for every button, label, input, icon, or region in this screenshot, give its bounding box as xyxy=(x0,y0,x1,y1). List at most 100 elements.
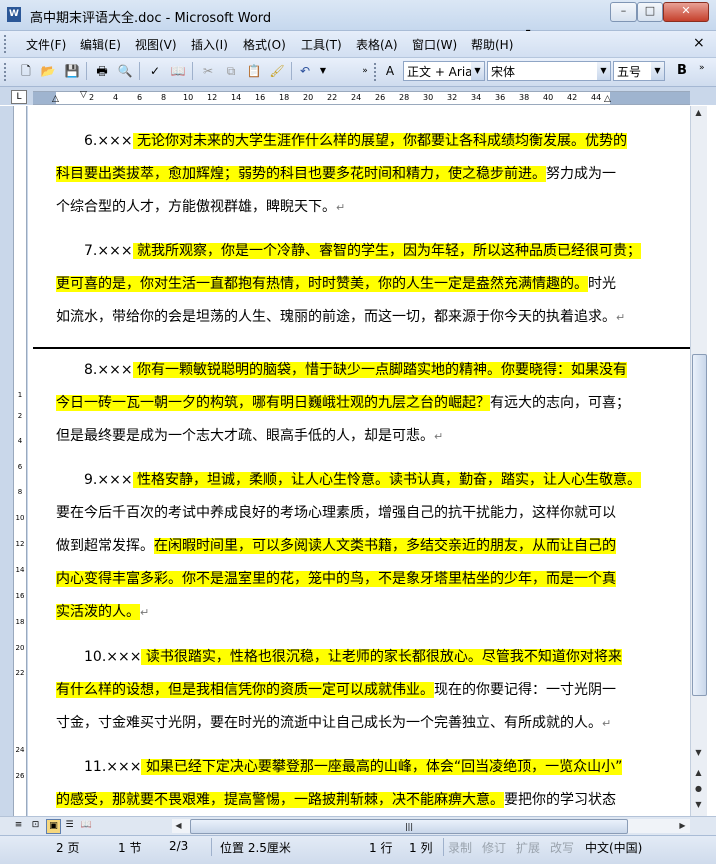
vertical-scroll-thumb[interactable] xyxy=(692,354,707,696)
highlighted-text: 在闲暇时间里，可以多阅读人文类书籍，多结交亲近的朋友，从而让自己的 xyxy=(154,538,616,554)
text-line[interactable]: 10.××× 读书很踏实，性格也很沉稳，让老师的家长都很放心。尽管我不知道你对将… xyxy=(56,641,656,674)
print-layout-view-icon[interactable]: ▣ xyxy=(46,819,61,834)
menu-window[interactable]: 窗口(W) xyxy=(412,36,457,53)
text-line[interactable]: 寸金，寸金难买寸光阴，要在时光的流逝中让自己成长为一个完善独立、有所成就的人。↵ xyxy=(56,707,656,740)
status-overtype[interactable]: 改写 xyxy=(550,839,574,856)
status-extend-selection[interactable]: 扩展 xyxy=(516,839,540,856)
bold-button[interactable]: B xyxy=(672,61,692,81)
toolbar-options-icon[interactable]: » xyxy=(699,63,705,73)
text-line[interactable]: 7.××× 就我所观察，你是一个冷静、睿智的学生，因为年轻，所以这种品质已经很可… xyxy=(56,235,656,268)
text-line[interactable]: 做到超常发挥。在闲暇时间里，可以多阅读人文类书籍，多结交亲近的朋友，从而让自己的 xyxy=(56,530,656,563)
menu-help[interactable]: 帮助(H) xyxy=(471,36,513,53)
toolbar-grip-icon[interactable] xyxy=(4,63,9,81)
text-line[interactable]: 今日一砖一瓦一朝一夕的构筑，哪有明日巍峨壮观的九层之台的崛起？有远大的志向，可喜… xyxy=(56,387,656,420)
chevron-down-icon[interactable]: ▼ xyxy=(471,62,484,80)
paragraph-11[interactable]: 11.××× 如果已经下定决心要攀登那一座最高的山峰，体会“回当凌绝顶，一览众山… xyxy=(56,751,656,816)
spelling-check-icon[interactable]: ✓ xyxy=(147,63,163,79)
vertical-scrollbar[interactable]: ▲ ▼ ▲ ● ▼ xyxy=(690,106,707,816)
normal-view-icon[interactable]: ≡ xyxy=(12,819,25,832)
status-section: 1 节 xyxy=(118,841,142,855)
text-line[interactable]: 实活泼的人。↵ xyxy=(56,596,656,629)
menu-edit[interactable]: 编辑(E) xyxy=(80,36,121,53)
status-record-macro[interactable]: 录制 xyxy=(448,839,472,856)
paragraph-9[interactable]: 9.××× 性格安静，坦诚，柔顺，让人心生怜意。读书认真，勤奋，踏实，让人心生敬… xyxy=(56,464,656,629)
toolbar-options-icon[interactable]: » xyxy=(357,63,373,79)
text-line[interactable]: 9.××× 性格安静，坦诚，柔顺，让人心生怜意。读书认真，勤奋，踏实，让人心生敬… xyxy=(56,464,656,497)
menu-table[interactable]: 表格(A) xyxy=(356,36,398,53)
text-line[interactable]: 内心变得丰富多彩。你不是温室里的花，笼中的鸟，不是象牙塔里枯坐的少年，而是一个真 xyxy=(56,563,656,596)
chevron-down-icon[interactable]: ▼ xyxy=(651,62,664,80)
cut-icon[interactable]: ✂ xyxy=(200,63,216,79)
previous-page-icon[interactable]: ▲ xyxy=(692,766,705,780)
text-line[interactable]: 8.××× 你有一颗敏锐聪明的脑袋，惜于缺少一点脚踏实地的精神。你要晓得：如果没… xyxy=(56,354,656,387)
text-line[interactable]: 要在今后千百次的考试中养成良好的考场心理素质，增强自己的抗干扰能力，这样你就可以 xyxy=(56,497,656,530)
page-break-line xyxy=(33,347,690,349)
select-browse-object-icon[interactable]: ● xyxy=(692,782,705,796)
document-close-button[interactable]: × xyxy=(693,35,705,51)
status-track-changes[interactable]: 修订 xyxy=(482,839,506,856)
scroll-right-icon[interactable]: ▶ xyxy=(676,819,689,833)
undo-icon[interactable]: ↶ xyxy=(297,63,313,79)
menu-file[interactable]: 文件(F) xyxy=(26,36,66,53)
text-run: 要把你的学习状态 xyxy=(504,792,616,808)
format-painter-icon[interactable]: 🖌 xyxy=(269,63,285,79)
print-preview-icon[interactable]: 🔍 xyxy=(117,63,133,79)
research-icon[interactable]: 📖 xyxy=(170,63,186,79)
new-document-icon[interactable]: 🗋 xyxy=(18,63,34,79)
text-line[interactable]: 科目要出类拔萃，愈加辉煌；弱势的科目也要多花时间和精力，使之稳步前进。努力成为一 xyxy=(56,158,656,191)
reading-layout-view-icon[interactable]: 📖 xyxy=(80,819,93,832)
open-folder-icon[interactable]: 📂 xyxy=(40,63,56,79)
text-line[interactable]: 的感受，那就要不畏艰难，提高警惕，一路披荆斩棘，决不能麻痹大意。要把你的学习状态 xyxy=(56,784,656,816)
maximize-button[interactable]: □ xyxy=(637,2,663,22)
menu-view[interactable]: 视图(V) xyxy=(135,36,177,53)
horizontal-scrollbar[interactable]: ◀ ||| ▶ xyxy=(172,819,690,834)
scroll-down-icon[interactable]: ▼ xyxy=(692,746,705,760)
menu-tools[interactable]: 工具(T) xyxy=(301,36,342,53)
font-dropdown[interactable]: 宋体 ▼ xyxy=(487,61,611,81)
text-line[interactable]: 个综合型的人才，方能傲视群雄，睥睨天下。↵ xyxy=(56,191,656,224)
styles-pane-icon[interactable]: A xyxy=(382,63,398,79)
undo-dropdown-icon[interactable]: ▼ xyxy=(315,63,331,79)
text-run: 做到超常发挥。 xyxy=(56,538,154,554)
outline-view-icon[interactable]: ☰ xyxy=(63,819,76,832)
text-line[interactable]: 更可喜的是，你对生活一直都抱有热情，时时赞美，你的人生一定是盎然充满情趣的。时光 xyxy=(56,268,656,301)
status-language[interactable]: 中文(中国) xyxy=(585,839,642,856)
chevron-down-icon[interactable]: ▼ xyxy=(597,62,610,80)
vertical-ruler[interactable]: 1 2 4 6 8 10 12 14 16 18 20 22 24 26 xyxy=(13,106,27,816)
menu-insert[interactable]: 插入(I) xyxy=(191,36,228,53)
text-line[interactable]: 如流水，带给你的会是坦荡的人生、瑰丽的前途，而这一切，都来源于你今天的执着追求。… xyxy=(56,301,656,334)
tab-selector[interactable]: L xyxy=(11,90,27,104)
paragraph-7[interactable]: 7.××× 就我所观察，你是一个冷静、睿智的学生，因为年轻，所以这种品质已经很可… xyxy=(56,235,656,334)
menu-format[interactable]: 格式(O) xyxy=(243,36,286,53)
menu-grip-icon[interactable] xyxy=(4,35,9,53)
paragraph-10[interactable]: 10.××× 读书很踏实，性格也很沉稳，让老师的家长都很放心。尽管我不知道你对将… xyxy=(56,641,656,740)
horizontal-ruler[interactable]: ▽ △ 2 4 6 8 10 12 14 16 18 20 22 24 26 2… xyxy=(33,90,690,105)
web-layout-view-icon[interactable]: ⊡ xyxy=(29,819,42,832)
document-area[interactable]: 6.××× 无论你对未来的大学生涯作什么样的展望，你都要让各科成绩均衡发展。优势… xyxy=(28,106,690,816)
horizontal-scroll-thumb[interactable]: ||| xyxy=(190,819,628,834)
font-size-dropdown[interactable]: 五号 ▼ xyxy=(613,61,665,81)
copy-icon[interactable]: ⧉ xyxy=(223,63,239,79)
text-line[interactable]: 有什么样的设想，但是我相信凭你的资质一定可以成就伟业。现在的你要记得：一寸光阴一 xyxy=(56,674,656,707)
paragraph-8[interactable]: 8.××× 你有一颗敏锐聪明的脑袋，惜于缺少一点脚踏实地的精神。你要晓得：如果没… xyxy=(56,354,656,453)
style-dropdown[interactable]: 正文 + Aria ▼ xyxy=(403,61,485,81)
next-page-icon[interactable]: ▼ xyxy=(692,798,705,812)
text-line[interactable]: 6.××× 无论你对未来的大学生涯作什么样的展望，你都要让各科成绩均衡发展。优势… xyxy=(56,125,656,158)
scroll-left-icon[interactable]: ◀ xyxy=(172,819,185,833)
close-button[interactable]: ✕ xyxy=(663,2,709,22)
format-toolbar-grip-icon[interactable] xyxy=(374,63,379,81)
save-icon[interactable]: 💾 xyxy=(64,63,80,79)
right-indent-marker[interactable]: △ xyxy=(604,94,611,104)
text-line[interactable]: 但是最终要是成为一个志大才疏、眼高手低的人，却是可悲。↵ xyxy=(56,420,656,453)
paragraph-mark-icon: ↵ xyxy=(434,430,444,443)
print-icon[interactable]: 🖶 xyxy=(94,63,110,79)
word-app-icon[interactable]: W xyxy=(7,7,21,22)
minimize-button[interactable]: – xyxy=(610,2,637,22)
paragraph-6[interactable]: 6.××× 无论你对未来的大学生涯作什么样的展望，你都要让各科成绩均衡发展。优势… xyxy=(56,125,656,224)
highlighted-text: 有什么样的设想，但是我相信凭你的资质一定可以成就伟业。 xyxy=(56,682,434,698)
scroll-up-icon[interactable]: ▲ xyxy=(692,106,705,120)
text-line[interactable]: 11.××× 如果已经下定决心要攀登那一座最高的山峰，体会“回当凌绝顶，一览众山… xyxy=(56,751,656,784)
left-indent-marker[interactable]: △ xyxy=(52,94,59,104)
paste-icon[interactable]: 📋 xyxy=(246,63,262,79)
first-line-indent-marker[interactable]: ▽ xyxy=(80,90,87,100)
